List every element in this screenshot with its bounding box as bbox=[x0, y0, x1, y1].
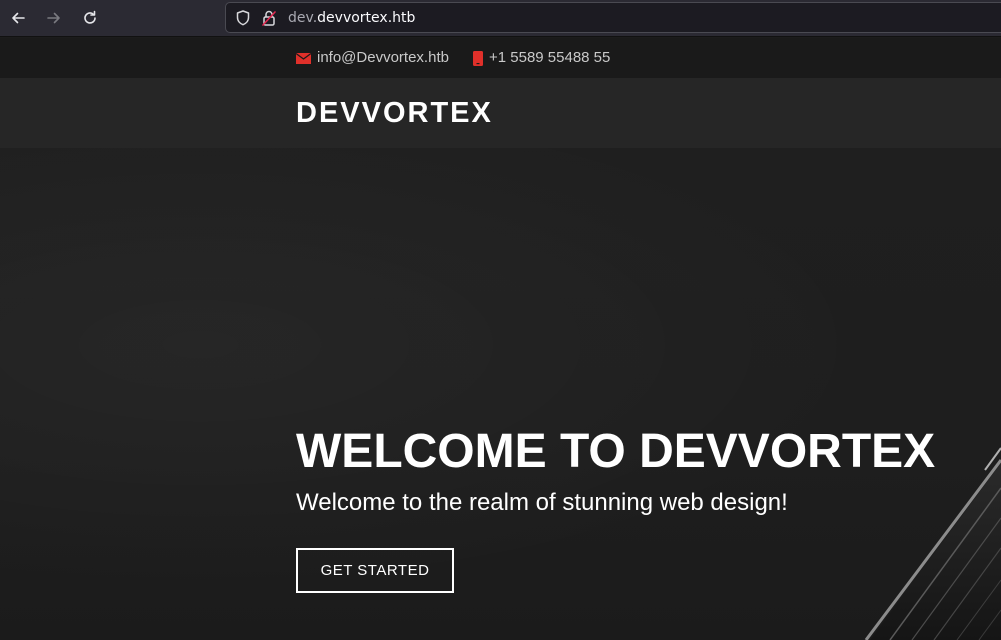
phone-text: +1 5589 55488 55 bbox=[489, 49, 611, 66]
forward-button[interactable] bbox=[42, 6, 66, 30]
url-subdomain: dev. bbox=[288, 10, 318, 26]
back-button[interactable] bbox=[6, 6, 30, 30]
reload-icon bbox=[84, 10, 96, 24]
forward-arrow-icon bbox=[47, 12, 60, 24]
get-started-button[interactable]: GET STARTED bbox=[296, 548, 454, 593]
back-arrow-icon bbox=[12, 12, 25, 24]
envelope-icon bbox=[296, 52, 311, 64]
hero-section: WELCOME TO DEVVORTEX Welcome to the real… bbox=[0, 148, 1001, 640]
shield-icon[interactable] bbox=[234, 9, 252, 27]
phone-icon bbox=[473, 50, 483, 66]
building-graphic bbox=[864, 447, 1001, 640]
hero-title: WELCOME TO DEVVORTEX bbox=[296, 425, 936, 478]
url-text[interactable]: dev.devvortex.htb bbox=[288, 9, 415, 27]
email-text: info@Devvortex.htb bbox=[317, 49, 449, 66]
contact-bar: info@Devvortex.htb +1 5589 55488 55 bbox=[0, 38, 1001, 78]
lock-icon[interactable] bbox=[260, 9, 278, 27]
contact-phone[interactable]: +1 5589 55488 55 bbox=[473, 49, 610, 67]
site-header: DEVVORTEX bbox=[0, 78, 1001, 148]
site-logo[interactable]: DEVVORTEX bbox=[296, 96, 493, 130]
url-domain: devvortex.htb bbox=[317, 10, 416, 26]
reload-button[interactable] bbox=[78, 6, 102, 30]
contact-email[interactable]: info@Devvortex.htb bbox=[296, 49, 449, 67]
hero-subtitle: Welcome to the realm of stunning web des… bbox=[296, 489, 788, 516]
address-bar[interactable]: dev.devvortex.htb bbox=[225, 2, 1001, 33]
browser-toolbar: dev.devvortex.htb bbox=[0, 0, 1001, 37]
